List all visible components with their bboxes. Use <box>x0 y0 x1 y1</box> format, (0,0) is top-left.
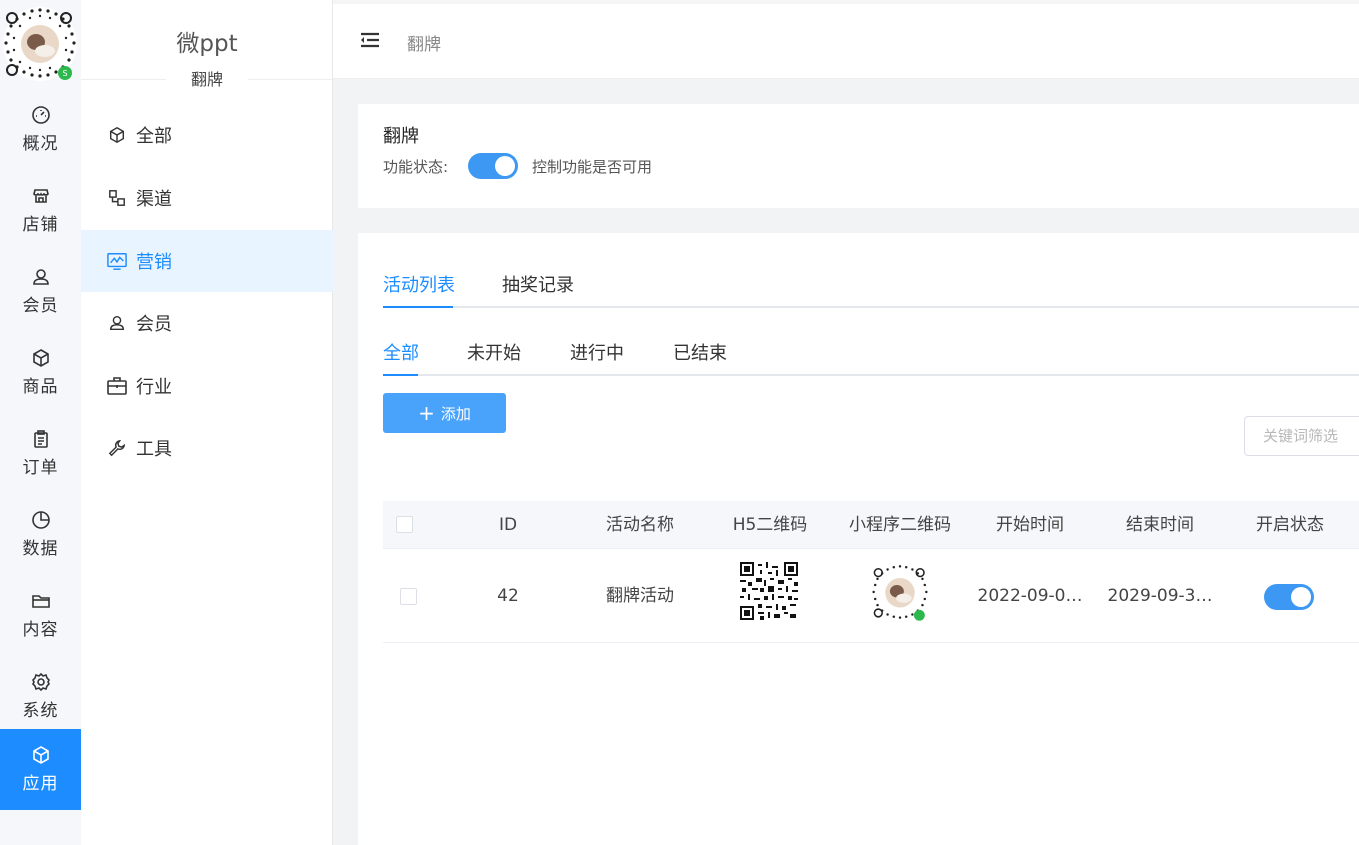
main-tabs: 活动列表 抽奖记录 <box>383 233 1359 308</box>
column-header: 结束时间 <box>1126 515 1194 535</box>
cell-id: 42 <box>497 586 519 606</box>
column-header: 开启状态 <box>1256 515 1324 535</box>
cube-icon <box>107 125 127 145</box>
rail-item-label: 订单 <box>22 458 59 478</box>
rail-item-content[interactable]: 内容 <box>0 575 81 656</box>
rail-item-label: 内容 <box>22 620 59 640</box>
svg-text:S: S <box>62 69 67 78</box>
menu-item-label: 工具 <box>136 439 172 460</box>
menu-toggle-icon[interactable] <box>359 30 381 50</box>
rail-item-member[interactable]: 会员 <box>0 251 81 332</box>
table-row: 42 翻牌活动 2022-09-0… 2029-09-3… <box>383 549 1359 643</box>
top-header: 翻牌 <box>333 4 1359 79</box>
feature-status-switch[interactable] <box>468 153 518 179</box>
pie-icon <box>31 510 51 530</box>
tab-in-progress[interactable]: 进行中 <box>570 339 624 365</box>
row-checkbox[interactable] <box>400 588 417 605</box>
rail-item-label: 店铺 <box>22 215 59 235</box>
column-header: H5二维码 <box>732 515 808 535</box>
keyword-filter-input[interactable] <box>1244 416 1359 456</box>
user-icon <box>107 313 127 333</box>
cell-activity-name: 翻牌活动 <box>606 586 674 606</box>
rail-item-data[interactable]: 数据 <box>0 494 81 575</box>
app-brand: 微ppt <box>176 31 238 57</box>
rail-item-order[interactable]: 订单 <box>0 413 81 494</box>
rail-item-store[interactable]: 店铺 <box>0 170 81 251</box>
add-button[interactable]: + 添加 <box>383 393 506 433</box>
menu-item-all[interactable]: 全部 <box>81 104 333 166</box>
box-icon <box>31 348 51 368</box>
tab-ended[interactable]: 已结束 <box>673 339 727 365</box>
dashboard-icon <box>31 105 51 125</box>
channel-icon <box>107 188 127 208</box>
breadcrumb[interactable]: 翻牌 <box>407 30 441 55</box>
menu-item-tools[interactable]: 工具 <box>81 417 333 479</box>
column-header: 开始时间 <box>996 515 1064 535</box>
add-button-label: 添加 <box>440 404 471 423</box>
secondary-menu: 微ppt 翻牌 全部 渠道 营销 会员 行业 工具 <box>81 0 333 845</box>
feature-title: 翻牌 <box>383 126 419 147</box>
tab-draw-records[interactable]: 抽奖记录 <box>502 271 574 297</box>
clipboard-icon <box>31 429 51 449</box>
chart-monitor-icon <box>107 251 127 271</box>
rail-item-label: 系统 <box>22 701 59 721</box>
primary-nav-rail: S 概况 店铺 会员 商品 订单 数据 内容 系统 应用 <box>0 0 81 845</box>
table-header: ID 活动名称 H5二维码 小程序二维码 开始时间 结束时间 开启状态 <box>383 501 1359 549</box>
status-description: 控制功能是否可用 <box>532 158 653 176</box>
feature-status-card: 翻牌 功能状态: 控制功能是否可用 <box>358 104 1359 208</box>
menu-item-label: 营销 <box>136 252 172 273</box>
app-subtitle: 翻牌 <box>166 66 248 90</box>
status-label: 功能状态: <box>383 158 449 176</box>
rail-item-apps[interactable]: 应用 <box>0 729 81 810</box>
folder-icon <box>31 591 51 611</box>
active-tab-indicator <box>383 374 418 376</box>
column-header: ID <box>498 515 518 535</box>
column-header: 活动名称 <box>606 515 674 535</box>
user-icon <box>31 267 51 287</box>
plus-icon: + <box>418 401 435 425</box>
miniprogram-logo: S <box>0 4 80 82</box>
rail-item-label: 会员 <box>22 296 59 316</box>
rail-item-label: 数据 <box>22 539 59 559</box>
tab-all[interactable]: 全部 <box>383 339 419 365</box>
gear-icon <box>31 672 51 692</box>
status-tabs: 全部 未开始 进行中 已结束 <box>383 308 1359 376</box>
cube-icon <box>31 745 51 765</box>
tab-not-started[interactable]: 未开始 <box>467 339 521 365</box>
row-enable-switch[interactable] <box>1264 584 1314 610</box>
miniprogram-qr-code[interactable] <box>869 561 931 627</box>
store-icon <box>31 186 51 206</box>
menu-item-label: 全部 <box>136 126 172 147</box>
rail-item-product[interactable]: 商品 <box>0 332 81 413</box>
cell-end-time: 2029-09-3… <box>1107 586 1213 606</box>
rail-item-label: 概况 <box>22 134 59 154</box>
menu-item-label: 行业 <box>136 377 172 398</box>
cell-start-time: 2022-09-0… <box>977 586 1083 606</box>
menu-item-marketing[interactable]: 营销 <box>81 230 333 292</box>
menu-item-label: 会员 <box>136 314 172 335</box>
rail-item-system[interactable]: 系统 <box>0 656 81 737</box>
tab-activity-list[interactable]: 活动列表 <box>383 271 455 297</box>
rail-item-label: 应用 <box>22 774 59 794</box>
menu-item-channel[interactable]: 渠道 <box>81 167 333 229</box>
menu-item-member[interactable]: 会员 <box>81 292 333 354</box>
wrench-icon <box>107 438 127 458</box>
menu-item-label: 渠道 <box>136 189 172 210</box>
briefcase-icon <box>107 376 127 396</box>
rail-item-label: 商品 <box>22 377 59 397</box>
menu-item-industry[interactable]: 行业 <box>81 355 333 417</box>
h5-qr-code[interactable] <box>740 562 798 624</box>
column-header: 小程序二维码 <box>849 515 951 535</box>
activity-list-card: 活动列表 抽奖记录 全部 未开始 进行中 已结束 + 添加 ID 活动名称 H5… <box>358 233 1359 845</box>
rail-item-overview[interactable]: 概况 <box>0 89 81 170</box>
select-all-checkbox[interactable] <box>396 516 413 533</box>
